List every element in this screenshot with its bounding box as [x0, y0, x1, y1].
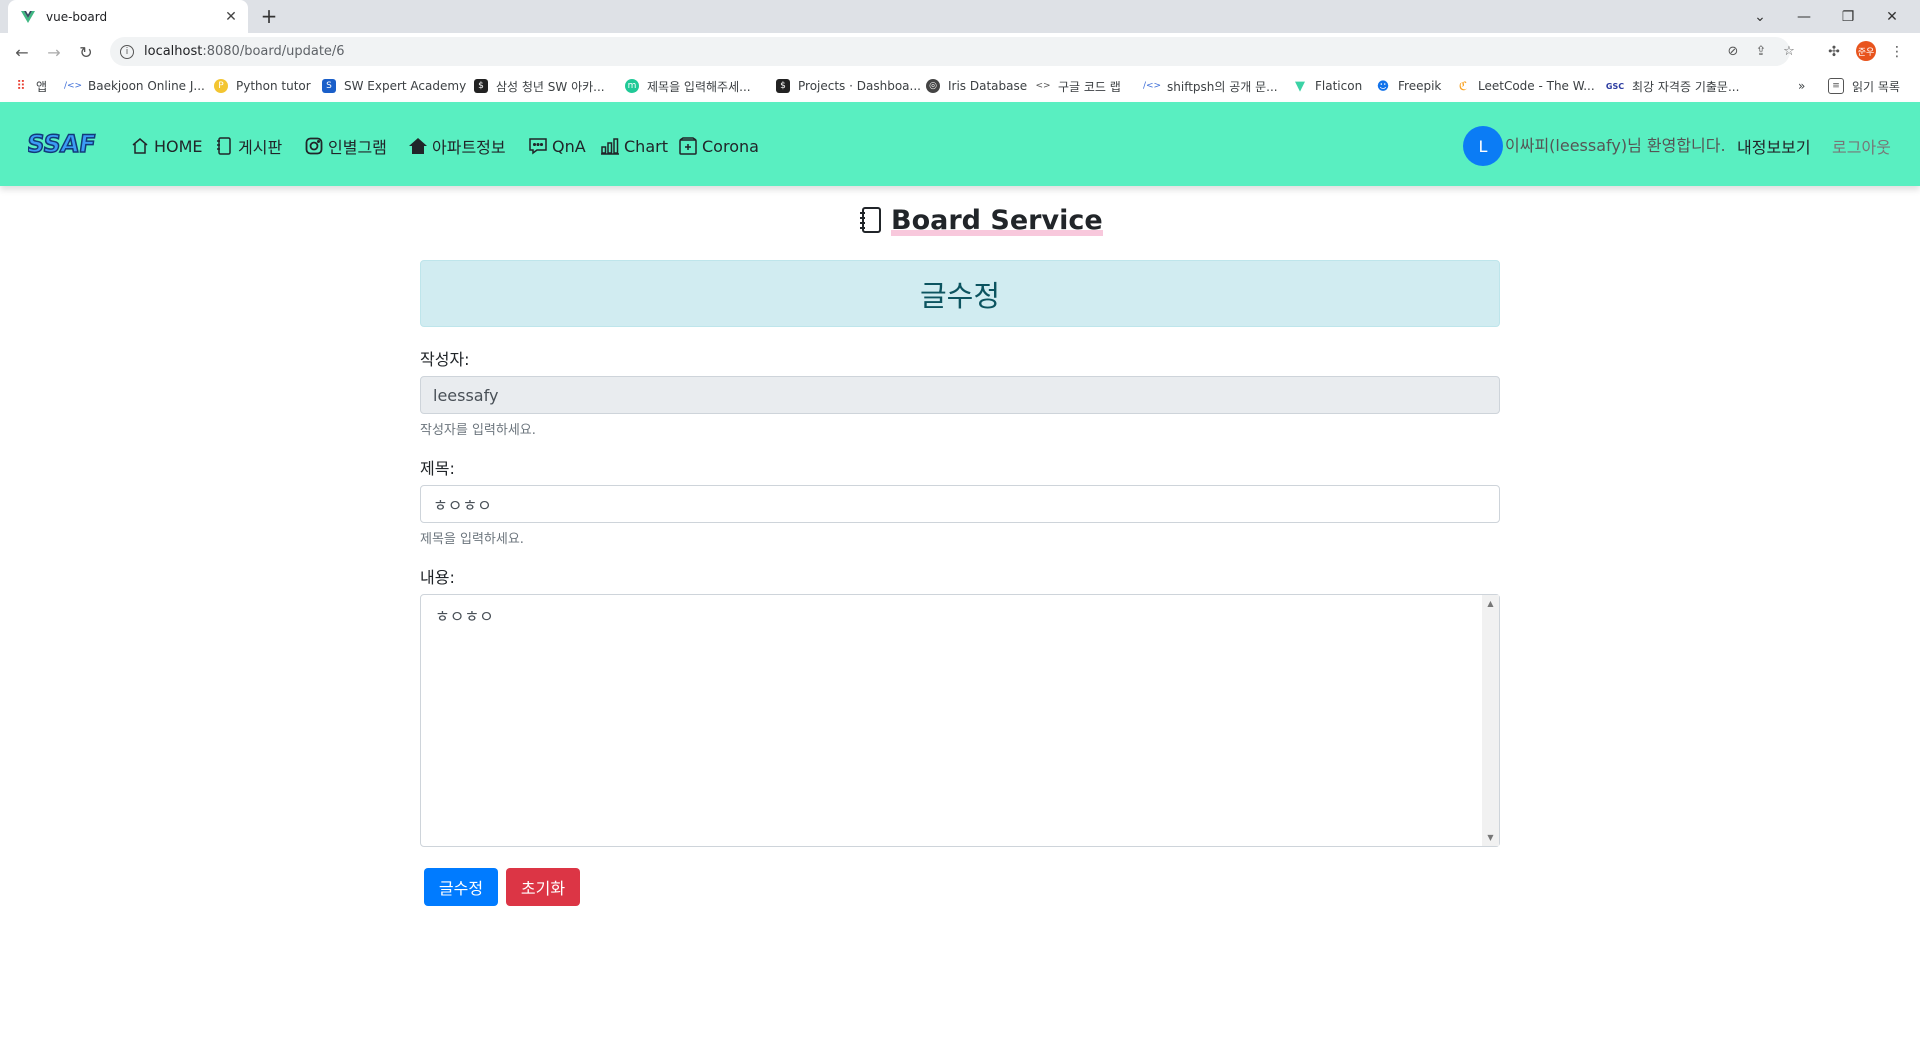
bookmark-item[interactable]: ▼ Flaticon [1293, 78, 1362, 94]
logout-link[interactable]: 로그아웃 [1832, 134, 1891, 158]
browser-tab[interactable]: vue-board ✕ [8, 0, 248, 33]
forward-icon[interactable]: → [42, 40, 66, 64]
bookmark-item[interactable]: /<> shiftpsh의 공개 문... [1142, 78, 1278, 94]
nav-chart[interactable]: Chart [600, 134, 668, 158]
notebook-icon [217, 137, 231, 155]
reading-list[interactable]: ≡ 읽기 목록 [1828, 78, 1900, 94]
codelab-icon: <> [1035, 81, 1051, 91]
house-fill-icon [409, 138, 427, 154]
avatar[interactable]: L [1463, 126, 1503, 166]
content-textarea[interactable]: ㅎㅇㅎㅇ ▲ ▼ [420, 594, 1500, 847]
bookmark-item[interactable]: ◎ Iris Database [926, 78, 1027, 94]
house-icon [132, 138, 148, 154]
tab-search-icon[interactable]: ⌄ [1738, 0, 1782, 33]
bookmarks-bar: ⠿ 앱 /<> Baekjoon Online J... P Python tutor… [0, 70, 1920, 103]
nav-board[interactable]: 게시판 [214, 134, 282, 158]
new-tab-button[interactable]: + [258, 6, 280, 28]
bookmark-item[interactable]: /<> Baekjoon Online J... [63, 78, 205, 94]
bar-chart-icon [601, 138, 619, 155]
chat-icon [529, 138, 547, 155]
nav-instagram[interactable]: 인별그램 [304, 134, 387, 158]
translate-icon[interactable]: ⊘ [1725, 44, 1741, 60]
app-navbar: SSAFY HOME 게시판 인별그램 아파트정보 QnA Chart Coro… [0, 102, 1920, 186]
notebook-icon [860, 207, 881, 233]
minimize-button[interactable]: — [1782, 0, 1826, 33]
writer-label: 작성자: [420, 350, 470, 369]
my-info-link[interactable]: 내정보보기 [1737, 134, 1811, 158]
welcome-text: 이싸피(leessafy)님 환영합니다. [1505, 136, 1726, 155]
code-icon: /<> [1142, 81, 1162, 91]
tab-close-icon[interactable]: ✕ [222, 8, 240, 26]
apps-grid-icon: ⠿ [16, 78, 26, 94]
browser-toolbar: ← → ↻ i localhost:8080/board/update/6 ⊘ … [0, 33, 1920, 70]
gsc-icon: GSC [1605, 81, 1625, 91]
profile-avatar[interactable]: 준우 [1856, 41, 1876, 61]
bookmark-item[interactable]: $ 삼성 청년 SW 아카... [474, 78, 605, 94]
content-text: ㅎㅇㅎㅇ [435, 607, 494, 626]
close-window-button[interactable]: ✕ [1870, 0, 1914, 33]
bookmark-item[interactable]: P Python tutor [214, 78, 311, 94]
bookmark-item[interactable]: GSC 최강 자격증 기출문... [1605, 78, 1740, 94]
submit-button[interactable]: 글수정 [424, 868, 498, 906]
instagram-icon [305, 137, 323, 155]
scrollbar[interactable]: ▲ ▼ [1482, 595, 1499, 846]
nav-corona[interactable]: Corona [678, 134, 759, 158]
subject-field[interactable]: ㅎㅇㅎㅇ [420, 485, 1500, 523]
plus-square-icon [679, 137, 697, 155]
velog-icon: m [625, 79, 639, 93]
bookmark-item[interactable]: m 제목을 입력해주세... [625, 78, 751, 94]
reload-icon[interactable]: ↻ [74, 40, 98, 64]
back-icon[interactable]: ← [10, 40, 34, 64]
freepik-icon: ☻ [1376, 79, 1390, 93]
bookmark-item[interactable]: S SW Expert Academy [322, 78, 466, 94]
restore-button[interactable]: ❐ [1826, 0, 1870, 33]
ssafy-logo[interactable]: SSAFY [28, 124, 96, 162]
browser-tab-bar: vue-board ✕ + ⌄ — ❐ ✕ [0, 0, 1920, 33]
code-icon: /<> [63, 81, 83, 91]
subject-help-text: 제목을 입력하세요. [420, 532, 524, 547]
bookmark-item[interactable]: <> 구글 코드 랩 [1035, 78, 1120, 94]
site-info-icon[interactable]: i [120, 44, 134, 59]
reset-button[interactable]: 초기화 [506, 868, 580, 906]
flaticon-icon: ▼ [1295, 78, 1305, 94]
leetcode-icon: ℭ [1458, 79, 1468, 93]
subject-label: 제목: [420, 459, 455, 478]
page-title-text: Board Service [891, 204, 1103, 236]
ssafy-icon: $ [474, 79, 488, 93]
page-title: Board Service [855, 202, 1103, 238]
bookmark-item[interactable]: ℭ LeetCode - The W... [1456, 78, 1595, 94]
bookmarks-overflow-icon[interactable]: » [1798, 78, 1805, 94]
svg-text:SSAFY: SSAFY [28, 130, 96, 158]
bookmark-star-icon[interactable]: ☆ [1781, 44, 1797, 60]
share-icon[interactable]: ⇪ [1753, 44, 1769, 60]
writer-help-text: 작성자를 입력하세요. [420, 423, 536, 438]
scroll-up-icon[interactable]: ▲ [1482, 595, 1499, 612]
nav-qna[interactable]: QnA [528, 134, 586, 158]
bookmark-apps[interactable]: ⠿ 앱 [14, 78, 47, 94]
tab-title: vue-board [46, 9, 108, 24]
python-icon: P [214, 79, 228, 93]
reading-list-icon: ≡ [1828, 78, 1844, 94]
globe-icon: ◎ [926, 79, 940, 93]
vue-logo-icon [21, 10, 35, 23]
content-label: 내용: [420, 568, 455, 587]
menu-icon[interactable]: ⋮ [1886, 41, 1908, 63]
projects-icon: $ [776, 79, 790, 93]
nav-apartment[interactable]: 아파트정보 [408, 134, 506, 158]
bookmark-item[interactable]: ☻ Freepik [1376, 78, 1442, 94]
swea-icon: S [322, 79, 336, 93]
url-text[interactable]: localhost:8080/board/update/6 [144, 44, 345, 59]
address-bar[interactable]: i localhost:8080/board/update/6 ⊘ ⇪ ☆ [110, 37, 1795, 66]
nav-home[interactable]: HOME [130, 134, 203, 158]
bookmark-item[interactable]: $ Projects · Dashboa... [776, 78, 921, 94]
writer-field[interactable]: leessafy [420, 376, 1500, 414]
scroll-down-icon[interactable]: ▼ [1482, 829, 1499, 846]
form-title-banner: 글수정 [420, 260, 1500, 327]
extensions-icon[interactable]: ✣ [1823, 41, 1845, 63]
